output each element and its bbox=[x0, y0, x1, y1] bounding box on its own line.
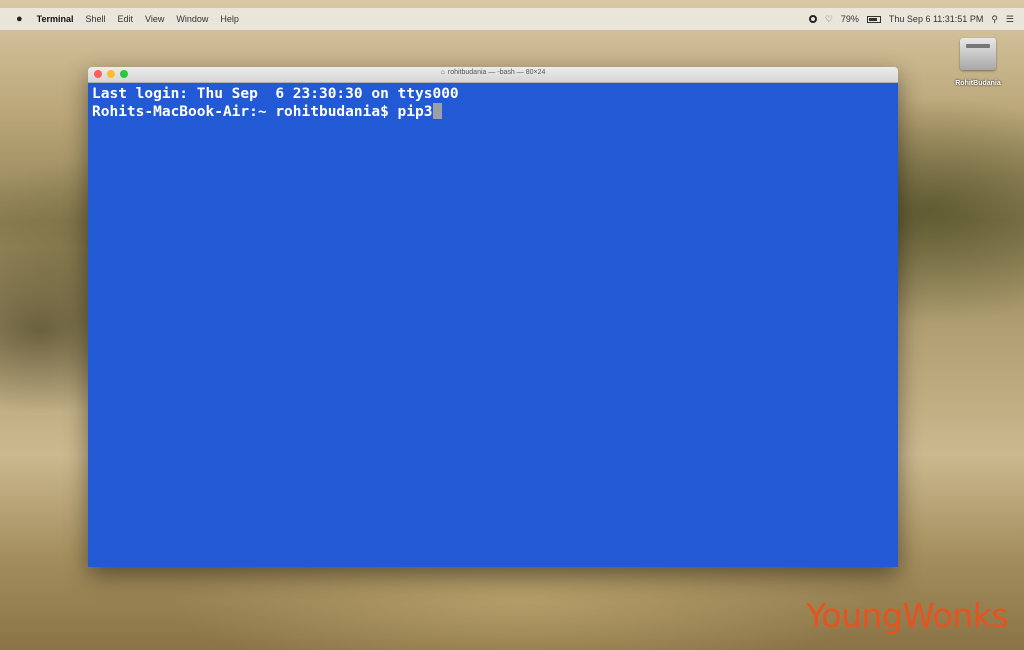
terminal-line-prompt[interactable]: Rohits-MacBook-Air:~ rohitbudania$ pip3 bbox=[92, 103, 894, 121]
drive-label: RohitBudania bbox=[955, 80, 1001, 87]
menu-window[interactable]: Window bbox=[176, 14, 208, 24]
sync-status-icon[interactable] bbox=[808, 15, 817, 23]
notification-center-icon[interactable]: ☰ bbox=[1006, 14, 1014, 25]
menu-edit[interactable]: Edit bbox=[118, 14, 134, 24]
desktop-drive[interactable]: RohitBudania bbox=[948, 38, 1008, 87]
desktop: ● Terminal Shell Edit View Window Help ♡… bbox=[0, 0, 1024, 650]
window-title: ⌂ rohitbudania — -bash — 80×24 bbox=[88, 69, 898, 76]
menu-bar: ● Terminal Shell Edit View Window Help ♡… bbox=[0, 8, 1024, 30]
terminal-window[interactable]: ⌂ rohitbudania — -bash — 80×24 Last login… bbox=[88, 67, 898, 567]
clock[interactable]: Thu Sep 6 11:31:51 PM bbox=[889, 14, 983, 24]
spotlight-search-icon[interactable]: ⚲ bbox=[991, 14, 998, 25]
status-area: ♡ 79% Thu Sep 6 11:31:51 PM ⚲ ☰ bbox=[801, 14, 1014, 25]
battery-icon[interactable] bbox=[866, 15, 881, 23]
home-folder-icon: ⌂ bbox=[440, 69, 445, 76]
battery-percent: 79% bbox=[840, 14, 859, 24]
watermark-logo: YoungWonks bbox=[806, 596, 1008, 635]
hard-drive-icon[interactable] bbox=[960, 38, 996, 70]
terminal-content[interactable]: Last login: Thu Sep 6 23:30:30 on ttys00… bbox=[88, 83, 898, 567]
menu-app-terminal[interactable]: Terminal bbox=[37, 14, 74, 24]
terminal-titlebar[interactable]: ⌂ rohitbudania — -bash — 80×24 bbox=[88, 67, 898, 83]
menu-shell[interactable]: Shell bbox=[86, 14, 106, 24]
text-cursor bbox=[433, 103, 443, 119]
menu-help[interactable]: Help bbox=[220, 14, 239, 24]
apple-menu-icon[interactable]: ● bbox=[16, 13, 23, 25]
prompt-text: Rohits-MacBook-Air:~ rohitbudania$ pip3 bbox=[92, 104, 433, 120]
wifi-icon[interactable]: ♡ bbox=[825, 14, 833, 25]
window-title-text: rohitbudania — -bash — 80×24 bbox=[447, 69, 546, 76]
menu-view[interactable]: View bbox=[145, 14, 164, 24]
terminal-line-last-login: Last login: Thu Sep 6 23:30:30 on ttys00… bbox=[92, 86, 459, 102]
